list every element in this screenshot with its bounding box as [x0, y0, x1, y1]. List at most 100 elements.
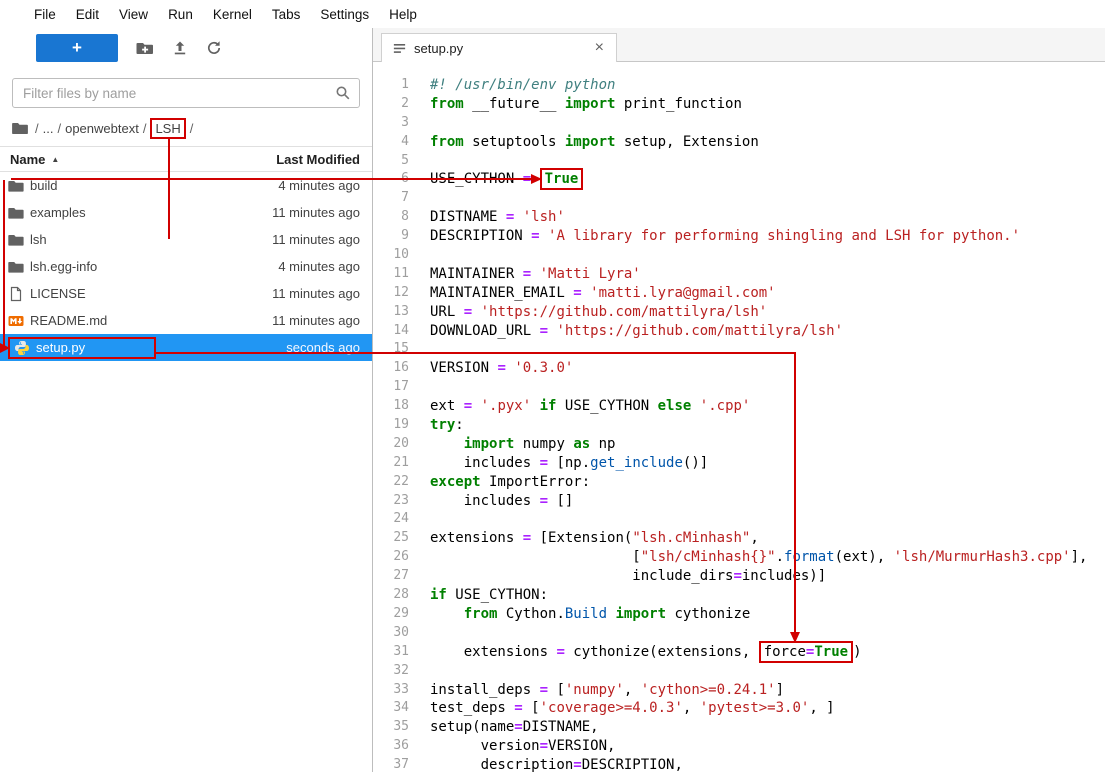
file-row-license[interactable]: LICENSE 11 minutes ago [0, 280, 372, 307]
menu-item-settings[interactable]: Settings [310, 7, 379, 22]
code-line-27[interactable]: 27 include_dirs=includes)] [373, 567, 1105, 586]
code-line-text [421, 152, 430, 171]
breadcrumb-item-openwebtext[interactable]: openwebtext [65, 121, 139, 136]
code-line-text: DISTNAME = 'lsh' [421, 208, 565, 227]
menu-item-tabs[interactable]: Tabs [262, 7, 311, 22]
code-line-22[interactable]: 22except ImportError: [373, 473, 1105, 492]
breadcrumb-separator: / [143, 121, 147, 136]
column-header-name[interactable]: Name▲ [10, 152, 59, 167]
code-line-text: DOWNLOAD_URL = 'https://github.com/matti… [421, 322, 843, 341]
file-row-lsh-egg-info[interactable]: lsh.egg-info4 minutes ago [0, 253, 372, 280]
menu-item-kernel[interactable]: Kernel [203, 7, 262, 22]
code-line-text: setup(name=DISTNAME, [421, 718, 599, 737]
menu-item-run[interactable]: Run [158, 7, 203, 22]
code-line-30[interactable]: 30 [373, 624, 1105, 643]
annotation-line-from-setup-py [156, 352, 796, 354]
code-line-32[interactable]: 32 [373, 662, 1105, 681]
code-line-8[interactable]: 8DISTNAME = 'lsh' [373, 208, 1105, 227]
line-number-16: 16 [373, 359, 421, 378]
code-line-35[interactable]: 35setup(name=DISTNAME, [373, 718, 1105, 737]
code-line-34[interactable]: 34test_deps = ['coverage>=4.0.3', 'pytes… [373, 699, 1105, 718]
search-icon [335, 85, 351, 106]
code-line-16[interactable]: 16VERSION = '0.3.0' [373, 359, 1105, 378]
folder-icon [8, 232, 24, 248]
code-line-2[interactable]: 2from __future__ import print_function [373, 95, 1105, 114]
code-line-15[interactable]: 15 [373, 340, 1105, 359]
close-tab-icon[interactable]: × [591, 39, 608, 57]
code-line-text: includes = [np.get_include()] [421, 454, 708, 473]
column-header-last-modified[interactable]: Last Modified [276, 152, 360, 167]
upload-icon[interactable] [172, 40, 188, 56]
code-line-text [421, 378, 430, 397]
code-editor[interactable]: 1#! /usr/bin/env python2from __future__ … [373, 62, 1105, 772]
new-launcher-button[interactable]: + [36, 34, 118, 62]
file-icon [8, 286, 24, 302]
file-name: LICENSE [30, 286, 86, 301]
code-line-7[interactable]: 7 [373, 189, 1105, 208]
code-line-28[interactable]: 28if USE_CYTHON: [373, 586, 1105, 605]
code-line-text: extensions = [Extension("lsh.cMinhash", [421, 529, 759, 548]
file-name-cell: README.md [8, 313, 107, 329]
code-line-5[interactable]: 5 [373, 152, 1105, 171]
code-line-11[interactable]: 11MAINTAINER = 'Matti Lyra' [373, 265, 1105, 284]
annotation-arrow-to-setup-py [0, 343, 10, 353]
code-line-25[interactable]: 25extensions = [Extension("lsh.cMinhash"… [373, 529, 1105, 548]
code-line-31[interactable]: 31 extensions = cythonize(extensions, fo… [373, 643, 1105, 662]
code-line-19[interactable]: 19try: [373, 416, 1105, 435]
file-row-lsh[interactable]: lsh11 minutes ago [0, 226, 372, 253]
code-line-21[interactable]: 21 includes = [np.get_include()] [373, 454, 1105, 473]
line-number-35: 35 [373, 718, 421, 737]
code-line-text: install_deps = ['numpy', 'cython>=0.24.1… [421, 681, 784, 700]
code-line-12[interactable]: 12MAINTAINER_EMAIL = 'matti.lyra@gmail.c… [373, 284, 1105, 303]
code-area: 1#! /usr/bin/env python2from __future__ … [373, 76, 1105, 772]
code-line-3[interactable]: 3 [373, 114, 1105, 133]
code-line-4[interactable]: 4from setuptools import setup, Extension [373, 133, 1105, 152]
file-row-readme-md[interactable]: README.md11 minutes ago [0, 307, 372, 334]
code-line-text: description=DESCRIPTION, [421, 756, 683, 772]
code-line-text: from Cython.Build import cythonize [421, 605, 750, 624]
code-line-13[interactable]: 13URL = 'https://github.com/mattilyra/ls… [373, 303, 1105, 322]
code-line-9[interactable]: 9DESCRIPTION = 'A library for performing… [373, 227, 1105, 246]
menu-item-help[interactable]: Help [379, 7, 427, 22]
code-line-text: extensions = cythonize(extensions, force… [421, 643, 862, 662]
code-line-1[interactable]: 1#! /usr/bin/env python [373, 76, 1105, 95]
file-row-setup-py[interactable]: setup.pyseconds ago [0, 334, 372, 361]
menu-item-view[interactable]: View [109, 7, 158, 22]
file-last-modified: 11 minutes ago [272, 286, 360, 301]
code-line-17[interactable]: 17 [373, 378, 1105, 397]
code-line-text: include_dirs=includes)] [421, 567, 826, 586]
code-line-29[interactable]: 29 from Cython.Build import cythonize [373, 605, 1105, 624]
line-number-29: 29 [373, 605, 421, 624]
home-folder-icon[interactable] [12, 121, 28, 135]
code-line-text: test_deps = ['coverage>=4.0.3', 'pytest>… [421, 699, 835, 718]
breadcrumb-item-[interactable]: ... [43, 121, 54, 136]
code-line-36[interactable]: 36 version=VERSION, [373, 737, 1105, 756]
menu-item-file[interactable]: File [24, 7, 66, 22]
code-line-18[interactable]: 18ext = '.pyx' if USE_CYTHON else '.cpp' [373, 397, 1105, 416]
breadcrumb-separator: / [190, 121, 194, 136]
breadcrumb: /.../openwebtext/LSH/ [12, 118, 372, 138]
code-line-26[interactable]: 26 ["lsh/cMinhash{}".format(ext), 'lsh/M… [373, 548, 1105, 567]
new-folder-icon[interactable] [136, 40, 154, 56]
code-line-24[interactable]: 24 [373, 510, 1105, 529]
line-number-3: 3 [373, 114, 421, 133]
code-line-20[interactable]: 20 import numpy as np [373, 435, 1105, 454]
code-line-33[interactable]: 33install_deps = ['numpy', 'cython>=0.24… [373, 681, 1105, 700]
filter-files-input[interactable] [12, 78, 360, 108]
file-row-examples[interactable]: examples11 minutes ago [0, 199, 372, 226]
code-line-text: if USE_CYTHON: [421, 586, 548, 605]
file-row-build[interactable]: build4 minutes ago [0, 172, 372, 199]
menu-item-edit[interactable]: Edit [66, 7, 109, 22]
code-line-10[interactable]: 10 [373, 246, 1105, 265]
code-line-text: from setuptools import setup, Extension [421, 133, 759, 152]
code-line-6[interactable]: 6USE_CYTHON = True [373, 170, 1105, 189]
code-line-37[interactable]: 37 description=DESCRIPTION, [373, 756, 1105, 772]
refresh-icon[interactable] [206, 40, 222, 56]
code-line-23[interactable]: 23 includes = [] [373, 492, 1105, 511]
annotation-arrow-to-force-true [790, 632, 800, 643]
breadcrumb-item-lsh[interactable]: LSH [150, 118, 185, 139]
tab-setup-py[interactable]: setup.py × [381, 33, 617, 62]
code-line-14[interactable]: 14DOWNLOAD_URL = 'https://github.com/mat… [373, 322, 1105, 341]
python-icon [14, 340, 30, 356]
code-line-text: ["lsh/cMinhash{}".format(ext), 'lsh/Murm… [421, 548, 1087, 567]
